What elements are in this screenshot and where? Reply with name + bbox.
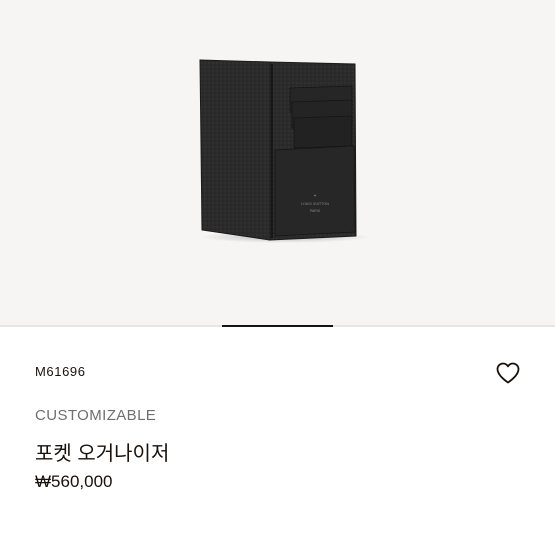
carousel-indicator — [222, 325, 333, 327]
wallet-left-panel — [199, 59, 271, 241]
emboss-city: PARIS — [310, 209, 321, 213]
product-photo: ✦ LOUIS VUITTON PARIS — [199, 59, 370, 243]
product-title: 포켓 오거나이저 — [35, 443, 170, 465]
product-price: ₩560,000 — [35, 472, 113, 491]
wishlist-button[interactable] — [494, 359, 522, 387]
product-sku: M61696 — [35, 364, 86, 379]
product-image-area[interactable]: ✦ LOUIS VUITTON PARIS — [0, 0, 555, 325]
emboss-brand: LOUIS VUITTON — [301, 202, 329, 206]
heart-outline-icon — [496, 362, 520, 384]
card-slot — [293, 115, 353, 149]
inner-pocket — [274, 145, 356, 237]
carousel-progress[interactable] — [0, 325, 555, 327]
product-tag: CUSTOMIZABLE — [35, 407, 157, 424]
